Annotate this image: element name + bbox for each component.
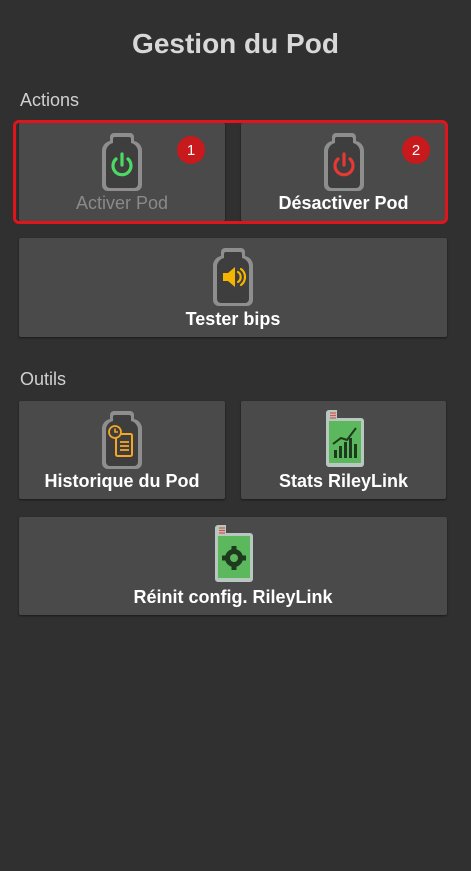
pod-power-green-icon xyxy=(99,129,145,198)
pod-history-icon xyxy=(99,407,145,476)
page-title: Gestion du Pod xyxy=(132,28,339,59)
rileylink-config-icon xyxy=(210,521,256,590)
rileylink-stats-button[interactable]: Stats RileyLink xyxy=(241,401,446,499)
section-tools-label: Outils xyxy=(20,369,67,389)
step-badge-2: 2 xyxy=(402,136,430,164)
rileylink-reset-config-button[interactable]: Réinit config. RileyLink xyxy=(19,517,447,615)
rileylink-stats-icon xyxy=(321,406,367,475)
pod-history-button[interactable]: Historique du Pod xyxy=(19,401,225,499)
step-badge-1: 1 xyxy=(177,136,205,164)
section-actions-label: Actions xyxy=(20,90,80,110)
rileylink-reset-config-label: Réinit config. RileyLink xyxy=(133,587,333,607)
pod-speaker-icon xyxy=(210,244,256,313)
pod-power-red-icon xyxy=(321,129,367,198)
test-beeps-button[interactable]: Tester bips xyxy=(19,238,447,337)
activate-pod-button[interactable]: Activer Pod 1 xyxy=(19,123,225,221)
deactivate-pod-button[interactable]: Désactiver Pod 2 xyxy=(241,123,446,221)
